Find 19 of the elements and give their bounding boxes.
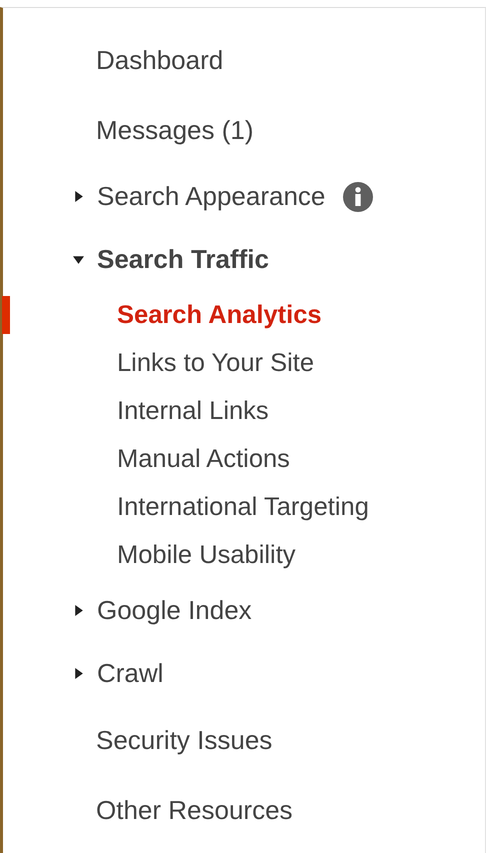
caret-right-icon[interactable] — [73, 605, 84, 616]
nav-subitem[interactable]: International Targeting — [117, 492, 369, 522]
nav-subitem[interactable]: Internal Links — [117, 396, 269, 426]
nav-section[interactable]: Crawl — [97, 658, 164, 689]
caret-down-icon[interactable] — [73, 254, 84, 265]
info-icon[interactable] — [343, 182, 374, 212]
nav-section[interactable]: Search Appearance — [97, 181, 326, 212]
nav-link[interactable]: Security Issues — [96, 724, 272, 756]
nav-section[interactable]: Search Traffic — [97, 244, 269, 275]
nav-subitem[interactable]: Manual Actions — [117, 444, 290, 474]
caret-right-icon[interactable] — [73, 668, 84, 679]
nav-subitem[interactable]: Mobile Usability — [117, 540, 296, 570]
nav-link[interactable]: Other Resources — [96, 794, 293, 826]
nav-link[interactable]: Messages (1) — [96, 114, 254, 146]
nav-subitem[interactable]: Search Analytics — [117, 300, 322, 330]
nav-link[interactable]: Dashboard — [96, 44, 224, 76]
nav-section[interactable]: Google Index — [97, 595, 252, 626]
nav-subitem[interactable]: Links to Your Site — [117, 348, 314, 378]
caret-right-icon[interactable] — [73, 191, 84, 202]
